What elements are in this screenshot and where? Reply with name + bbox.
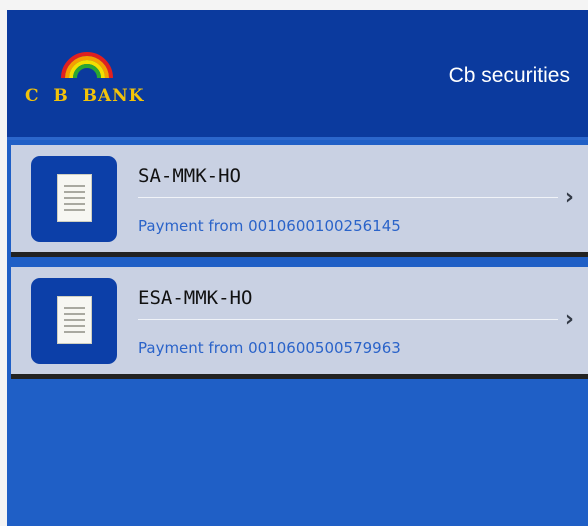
chevron-right-icon: › xyxy=(564,185,574,210)
item-subtitle: Payment from 0010600500579963 xyxy=(138,339,401,357)
list-item[interactable]: SA-MMK-HO Payment from 0010600100256145 … xyxy=(11,145,588,257)
document-icon xyxy=(31,278,117,364)
chevron-right-icon: › xyxy=(564,307,574,332)
logo-text: C B BANK xyxy=(25,86,145,106)
item-subtitle: Payment from 0010600100256145 xyxy=(138,217,401,235)
item-title: SA-MMK-HO xyxy=(138,165,241,187)
list-item[interactable]: ESA-MMK-HO Payment from 0010600500579963… xyxy=(11,267,588,379)
divider xyxy=(138,197,558,198)
cb-bank-logo: C B BANK xyxy=(25,48,155,118)
document-icon xyxy=(31,156,117,242)
header-title: Cb securities xyxy=(448,64,570,87)
account-list: SA-MMK-HO Payment from 0010600100256145 … xyxy=(11,145,588,389)
rainbow-icon xyxy=(61,52,113,79)
divider xyxy=(138,319,558,320)
app-header: C B BANK Cb securities xyxy=(7,10,588,140)
item-title: ESA-MMK-HO xyxy=(138,287,253,309)
app-screen: C B BANK Cb securities SA-MMK-HO Payment… xyxy=(7,10,588,526)
